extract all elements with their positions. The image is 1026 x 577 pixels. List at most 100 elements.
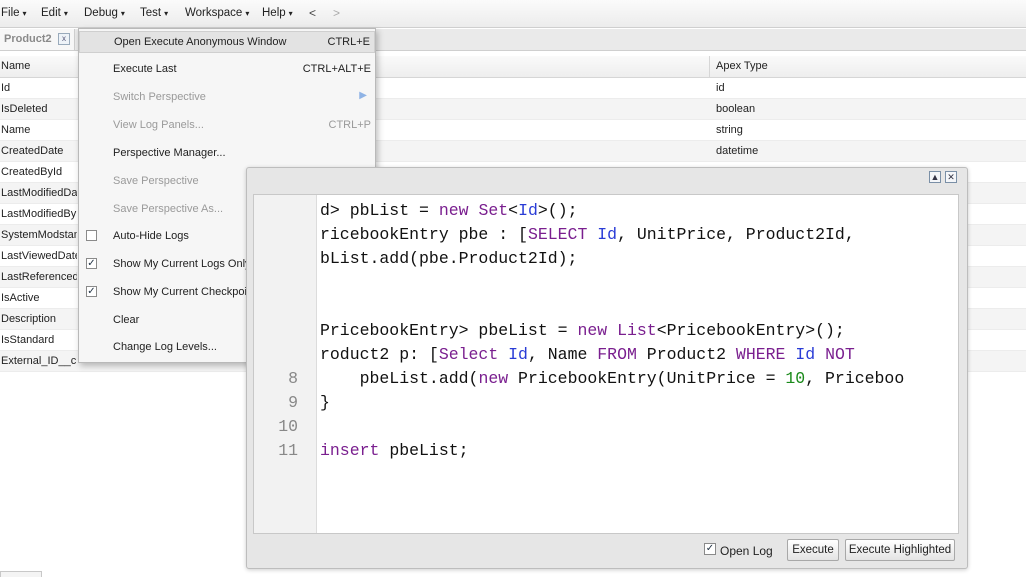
code-token: Id	[597, 225, 618, 244]
code-token: new	[438, 201, 469, 220]
menu-file[interactable]: File ▾	[1, 7, 27, 19]
field-name-cell: CreatedById	[1, 166, 63, 178]
field-name-cell: LastModifiedById	[1, 208, 77, 220]
field-name-cell: IsStandard	[1, 334, 55, 346]
bottom-panel-tab[interactable]	[0, 571, 42, 577]
chevron-down-icon: ▾	[63, 9, 68, 18]
apex-type-cell: datetime	[716, 145, 759, 157]
back-button[interactable]: <	[309, 6, 316, 20]
shortcut-label: CTRL+ALT+E	[302, 63, 371, 75]
menu-debug[interactable]: Debug ▾	[84, 7, 125, 19]
field-name-cell: External_ID__c	[1, 355, 77, 367]
field-name-cell: LastModifiedDate	[1, 187, 77, 199]
open-log-checkbox[interactable]: ✓	[704, 543, 716, 555]
menu-help[interactable]: Help ▾	[262, 7, 293, 19]
menu-edit[interactable]: Edit ▾	[41, 7, 68, 19]
apex-type-cell: boolean	[716, 103, 756, 115]
code-token: WHERE	[735, 345, 786, 364]
code-token: new	[478, 369, 509, 388]
checkbox[interactable]: ✓	[86, 286, 97, 297]
code-line: 11 insert pbeList;	[254, 441, 958, 465]
code-token: Id	[795, 345, 816, 364]
field-name-cell: LastReferencedDate	[1, 271, 77, 283]
apex-type-cell: id	[716, 82, 725, 94]
tab-product2[interactable]: Product2 x	[0, 29, 75, 50]
code-text: roduct2 p: [Select Id, Name FROM Product…	[320, 345, 855, 364]
submenu-arrow-icon: ▶	[359, 90, 367, 101]
debug-menu-item[interactable]: Execute Last CTRL+ALT+E	[79, 59, 375, 81]
execute-button[interactable]: Execute	[787, 539, 839, 561]
code-token: NOT	[825, 345, 855, 364]
debug-menu-item[interactable]: Open Execute Anonymous Window CTRL+E	[79, 31, 375, 53]
code-token: }	[320, 393, 330, 412]
code-editor[interactable]: d> pbList = new Set<Id>(); ricebookEntry …	[253, 194, 959, 534]
execute-highlighted-button[interactable]: Execute Highlighted	[845, 539, 955, 561]
code-token: FROM	[597, 345, 637, 364]
code-line: ricebookEntry pbe : [SELECT Id, UnitPric…	[254, 225, 958, 249]
debug-menu-item[interactable]: Perspective Manager...	[79, 143, 375, 165]
column-header-name[interactable]: Name	[1, 60, 30, 72]
code-token: Select	[438, 345, 499, 364]
code-text: pbeList.add(new PricebookEntry(UnitPrice…	[320, 369, 905, 388]
code-text: d> pbList = new Set<Id>();	[320, 201, 578, 220]
shortcut-label: CTRL+P	[328, 119, 372, 131]
close-icon[interactable]: ✕	[945, 171, 957, 183]
execute-window-footer: ✓ Open Log Execute Execute Highlighted	[247, 536, 965, 566]
menu-workspace-label: Workspace	[185, 7, 243, 19]
menu-workspace[interactable]: Workspace ▾	[185, 7, 249, 19]
checkbox[interactable]	[86, 230, 97, 241]
debug-menu-item: Switch Perspective ▶	[79, 87, 375, 109]
open-log-label[interactable]: Open Log	[720, 544, 773, 558]
code-token: new	[577, 321, 608, 340]
forward-button[interactable]: >	[333, 6, 340, 20]
code-token: 10	[785, 369, 806, 388]
menu-edit-label: Edit	[41, 7, 61, 19]
code-text: }	[320, 393, 330, 412]
code-token: PricebookEntry(UnitPrice =	[508, 369, 786, 388]
debug-menu-item: View Log Panels... CTRL+P	[79, 115, 375, 137]
menu-item-label: Save Perspective	[113, 175, 199, 187]
chevron-down-icon: ▾	[245, 9, 250, 18]
code-line: PricebookEntry> pbeList = new List<Price…	[254, 321, 958, 345]
field-name-cell: Description	[1, 313, 57, 325]
code-text: insert pbeList;	[320, 441, 469, 460]
code-token: Id	[508, 345, 528, 364]
code-token: insert	[320, 441, 380, 460]
execute-anonymous-window: ▲ ✕ d> pbList = new Set<Id>(); ricebookEn…	[246, 167, 968, 569]
menu-item-label: View Log Panels...	[113, 119, 204, 131]
menu-item-label: Save Perspective As...	[113, 203, 224, 215]
code-token: >();	[537, 201, 578, 220]
field-name-cell: Id	[1, 82, 11, 94]
code-line: 10	[254, 417, 958, 441]
menu-test[interactable]: Test ▾	[140, 7, 168, 19]
line-number: 9	[288, 393, 298, 412]
menu-debug-label: Debug	[84, 7, 118, 19]
line-number: 10	[278, 417, 298, 436]
chevron-down-icon: ▾	[288, 9, 293, 18]
field-name-cell: Name	[1, 124, 31, 136]
code-text: PricebookEntry> pbeList = new List<Price…	[320, 321, 845, 340]
menu-test-label: Test	[140, 7, 162, 19]
code-token: pbeList.add(	[320, 369, 479, 388]
collapse-icon[interactable]: ▲	[929, 171, 941, 183]
menu-item-label: Execute Last	[113, 63, 177, 75]
code-token: , Name	[527, 345, 598, 364]
code-token: Id	[518, 201, 538, 220]
code-line: roduct2 p: [Select Id, Name FROM Product…	[254, 345, 958, 369]
line-number: 11	[278, 441, 298, 460]
line-number: 8	[288, 369, 298, 388]
code-line: d> pbList = new Set<Id>();	[254, 201, 958, 225]
menu-item-label: Auto-Hide Logs	[113, 230, 189, 242]
checkbox[interactable]: ✓	[86, 258, 97, 269]
code-token: , Priceboo	[805, 369, 905, 388]
apex-type-cell: string	[716, 124, 743, 136]
column-header-apex-type[interactable]: Apex Type	[716, 60, 768, 72]
close-icon[interactable]: x	[58, 33, 70, 45]
code-token: SELECT	[527, 225, 588, 244]
field-name-cell: LastViewedDate	[1, 250, 77, 262]
chevron-down-icon: ▾	[22, 9, 27, 18]
